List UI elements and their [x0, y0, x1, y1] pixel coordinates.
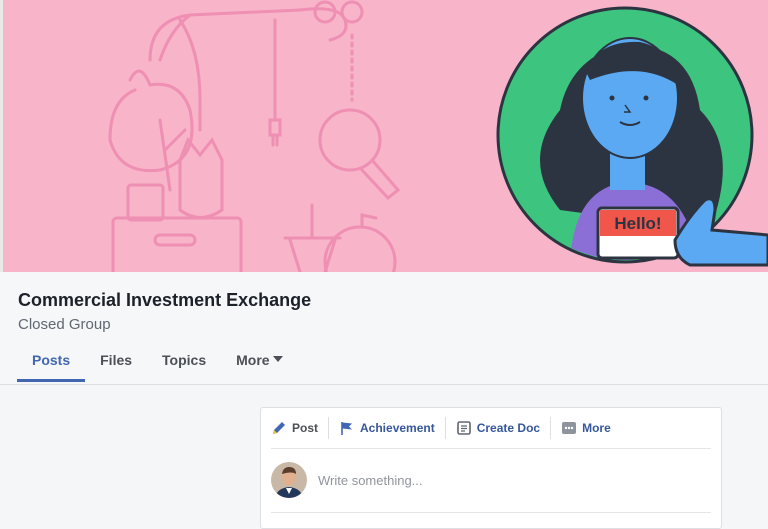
flag-icon: [341, 422, 353, 435]
create-doc-action-button[interactable]: Create Doc: [456, 417, 552, 439]
composer-input-row[interactable]: Write something...: [271, 460, 711, 500]
more-dots-icon: [562, 422, 577, 434]
create-doc-action-label: Create Doc: [476, 421, 541, 435]
user-avatar[interactable]: [271, 462, 307, 498]
post-action-button[interactable]: Post: [271, 417, 330, 439]
composer-divider: [271, 512, 711, 513]
cover-illustration: Hello!: [108, 0, 768, 272]
caret-down-icon: [272, 356, 283, 363]
composer-actions: Post Achievement Create Doc More: [271, 408, 711, 449]
group-privacy: Closed Group: [18, 316, 111, 333]
avatar-photo: [271, 462, 307, 498]
tab-files[interactable]: Files: [85, 346, 147, 382]
achievement-action-label: Achievement: [360, 421, 435, 435]
tab-posts[interactable]: Posts: [17, 346, 86, 382]
achievement-action-button[interactable]: Achievement: [339, 417, 446, 439]
document-icon: [456, 421, 471, 435]
cover-edge: [0, 0, 3, 272]
tab-more[interactable]: More: [221, 346, 297, 382]
tab-posts-label: Posts: [32, 352, 71, 368]
group-tabs: Posts Files Topics More: [17, 346, 298, 384]
tab-topics-label: Topics: [162, 352, 207, 368]
tab-more-label: More: [236, 352, 270, 368]
write-something-input[interactable]: Write something...: [318, 473, 423, 488]
tab-topics[interactable]: Topics: [147, 346, 221, 382]
more-action-button[interactable]: More: [561, 417, 621, 439]
pencil-icon: [273, 422, 285, 434]
tab-files-label: Files: [100, 352, 133, 368]
group-name[interactable]: Commercial Investment Exchange: [18, 290, 311, 311]
more-action-label: More: [582, 421, 611, 435]
post-composer: Post Achievement Create Doc More Write s…: [260, 407, 722, 529]
post-action-label: Post: [292, 421, 319, 435]
cover-badge-text: Hello!: [614, 214, 661, 233]
cover-photo: Hello!: [0, 0, 768, 272]
group-header: Commercial Investment Exchange Closed Gr…: [0, 272, 768, 385]
